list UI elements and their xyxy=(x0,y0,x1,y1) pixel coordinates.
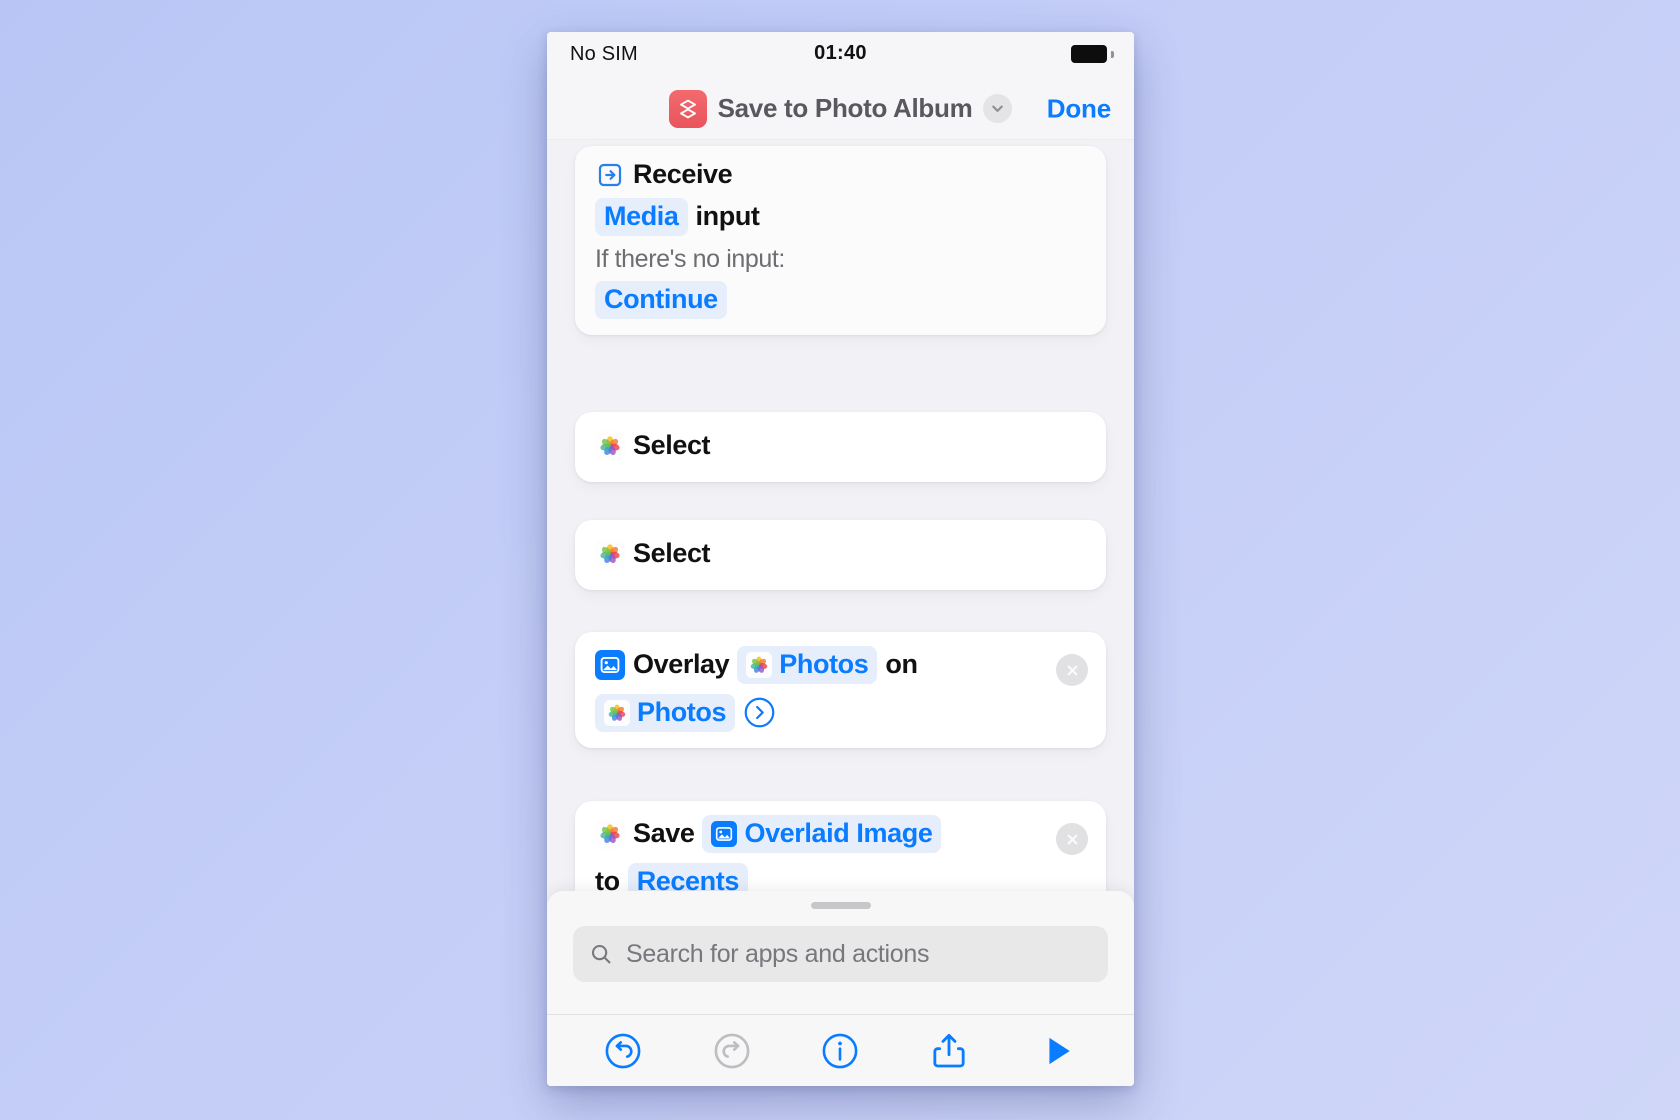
receive-line-2: If there's no input: xyxy=(595,244,1086,275)
overlay-verb: Overlay xyxy=(633,649,730,679)
receive-input-word: input xyxy=(695,200,760,231)
shortcuts-icon xyxy=(668,89,707,128)
shortcut-title-group[interactable]: Save to Photo Album xyxy=(668,89,1013,128)
overlay-image-icon xyxy=(595,649,625,680)
phone-screen: No SIM 01:40 Save to Photo Album Done Re… xyxy=(547,32,1134,1086)
info-button[interactable] xyxy=(814,1025,866,1077)
token-overlaid-image[interactable]: Overlaid Image xyxy=(702,815,942,853)
undo-button[interactable] xyxy=(597,1025,649,1077)
receive-input-icon xyxy=(598,163,622,186)
overlay-row-1: Overlay Photos on xyxy=(595,646,1086,684)
select-row-1: Select xyxy=(595,429,711,463)
search-placeholder: Search for apps and actions xyxy=(626,939,930,968)
photos-app-icon xyxy=(595,431,625,461)
no-input-label: If there's no input: xyxy=(595,244,785,273)
play-icon xyxy=(1049,1037,1070,1064)
action-card-receive-input[interactable]: Receive Media input If there's no input:… xyxy=(575,146,1106,335)
token-photos-label: Photos xyxy=(779,649,869,679)
token-photos-source[interactable]: Photos xyxy=(737,646,878,684)
navigation-bar: Save to Photo Album Done xyxy=(547,78,1134,140)
photos-app-icon xyxy=(595,818,625,849)
chevron-right-circle-icon[interactable] xyxy=(743,696,776,729)
clock-label: 01:40 xyxy=(814,42,867,64)
token-photos-target-label: Photos xyxy=(637,696,727,727)
run-button[interactable] xyxy=(1032,1025,1084,1077)
action-card-select-2[interactable]: Select xyxy=(575,520,1106,590)
save-verb: Save xyxy=(633,818,695,848)
receive-line-1: Receive xyxy=(595,158,1086,192)
photos-app-icon xyxy=(595,539,625,569)
info-icon xyxy=(823,1033,858,1068)
select-label-2: Select xyxy=(633,538,711,569)
overlay-row-2: Photos xyxy=(595,693,1086,732)
battery-icon xyxy=(1071,45,1114,63)
select-row-2: Select xyxy=(595,537,711,571)
action-search-sheet: Search for apps and actions xyxy=(547,891,1134,1086)
token-photos-target[interactable]: Photos xyxy=(595,693,736,732)
close-circle-icon[interactable] xyxy=(1056,654,1088,686)
save-row-1: Save Overlaid Image xyxy=(595,815,1086,853)
chevron-down-icon[interactable] xyxy=(983,94,1013,123)
undo-icon xyxy=(605,1033,641,1068)
photos-app-icon xyxy=(604,699,630,726)
done-button[interactable]: Done xyxy=(1047,93,1111,124)
receive-line-3: Continue xyxy=(595,280,1086,319)
search-input[interactable]: Search for apps and actions xyxy=(573,926,1108,982)
bottom-toolbar xyxy=(547,1014,1134,1086)
overlay-joiner: on xyxy=(885,649,918,679)
overlay-image-icon xyxy=(711,820,738,847)
share-button[interactable] xyxy=(923,1025,975,1077)
close-circle-icon[interactable] xyxy=(1056,823,1088,855)
action-card-overlay[interactable]: Overlay Photos on Photos xyxy=(575,632,1106,748)
receive-line-1b: Media input xyxy=(595,197,1086,236)
drag-handle[interactable] xyxy=(810,902,871,909)
photos-app-icon xyxy=(746,651,773,678)
share-icon xyxy=(933,1033,965,1067)
page-title: Save to Photo Album xyxy=(717,93,973,123)
select-label-1: Select xyxy=(633,430,711,461)
receive-verb: Receive xyxy=(633,159,733,189)
redo-icon xyxy=(714,1033,750,1068)
token-overlaid-image-label: Overlaid Image xyxy=(744,818,933,848)
token-continue[interactable]: Continue xyxy=(595,280,727,319)
redo-button[interactable] xyxy=(706,1025,758,1077)
action-card-select-1[interactable]: Select xyxy=(575,412,1106,482)
search-icon xyxy=(591,944,611,964)
status-bar: No SIM 01:40 xyxy=(547,32,1134,78)
token-media[interactable]: Media xyxy=(595,197,688,236)
